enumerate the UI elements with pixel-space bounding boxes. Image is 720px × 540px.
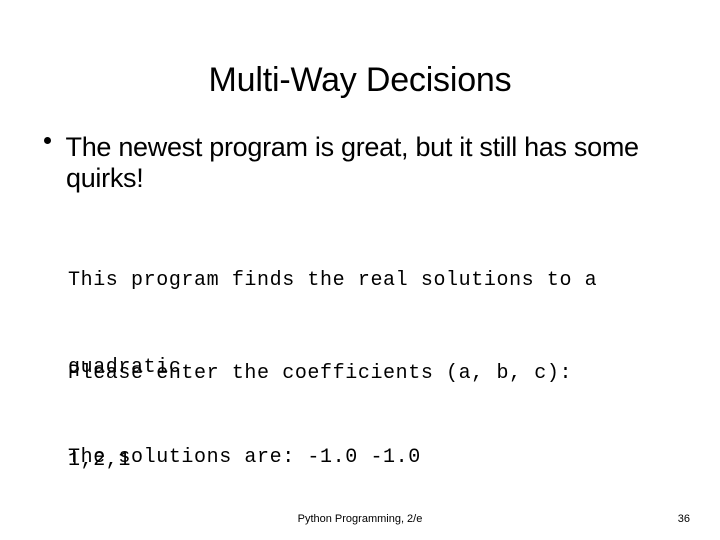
footer-page-number: 36: [677, 513, 690, 525]
slide-body: The newest program is great, but it stil…: [0, 132, 720, 194]
console-line: This program finds the real solutions to…: [68, 269, 598, 292]
console-output-block-3: The solutions are: -1.0 -1.0: [68, 385, 708, 530]
slide: Multi-Way Decisions The newest program i…: [0, 0, 720, 540]
bullet-dot-icon: [44, 137, 51, 144]
bullet-list-item: The newest program is great, but it stil…: [0, 132, 720, 194]
slide-title: Multi-Way Decisions: [208, 61, 512, 99]
console-line: The solutions are: -1.0 -1.0: [68, 446, 421, 469]
bullet-item-text: The newest program is great, but it stil…: [65, 132, 640, 193]
footer-credit: Python Programming, 2/e: [297, 513, 423, 525]
console-line: Please enter the coefficients (a, b, c):: [68, 362, 573, 385]
